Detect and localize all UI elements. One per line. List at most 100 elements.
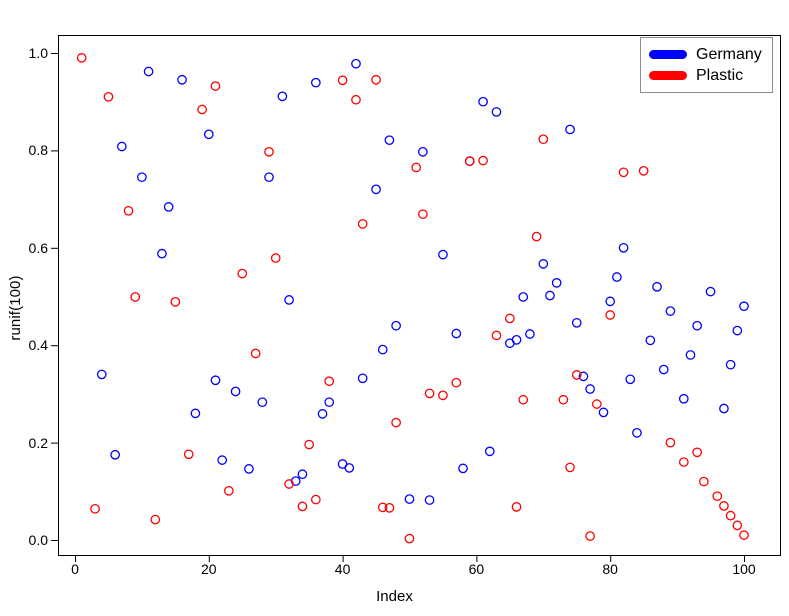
data-point [317,409,328,419]
data-point [310,494,321,505]
data-point [438,390,448,401]
data-point [424,388,435,399]
data-point [197,104,207,115]
data-point [244,464,254,474]
data-point [217,455,228,465]
data-point [324,397,335,408]
data-point [725,359,736,370]
data-point [264,147,274,157]
data-point [511,502,522,512]
data-point [123,205,134,216]
data-point [571,317,582,328]
data-point [357,373,368,384]
data-point [277,91,288,102]
data-point [699,476,709,487]
data-point [183,449,194,460]
data-point [284,295,294,305]
series-germany [96,58,749,505]
data-point [351,94,361,105]
data-point [732,520,743,531]
data-point [478,155,488,166]
data-point [739,301,749,312]
data-point [264,172,274,183]
data-point [210,81,221,91]
data-point [551,278,562,288]
data-point [531,231,542,242]
data-point [137,172,147,183]
data-point [404,494,415,504]
data-point [90,503,100,514]
data-point [565,462,575,473]
data-point [143,66,154,77]
data-point [484,446,495,457]
data-point [230,386,241,397]
data-point [678,457,689,467]
data-point [638,166,649,176]
data-point [371,74,381,85]
data-point [157,248,167,259]
data-point [451,377,462,388]
data-point [384,135,395,146]
data-point [237,268,248,279]
data-point [538,134,549,145]
legend-label-germany: Germany [696,45,762,63]
data-point [257,397,268,408]
data-point [177,74,187,85]
data-point [518,292,529,302]
data-point [625,374,636,385]
data-point [391,417,401,428]
data-point [163,202,174,212]
data-point [525,329,535,339]
data-point [371,184,381,195]
data-point [605,296,616,307]
data-point [538,259,549,269]
data-point [491,107,502,117]
data-point [150,514,161,525]
data-point [464,156,475,166]
data-point [116,141,127,152]
data-point [337,75,348,86]
data-point [725,510,736,521]
data-point [203,129,214,140]
data-point [130,292,141,302]
data-point [250,348,261,359]
data-point [739,530,749,540]
data-point [692,447,703,458]
legend-entry-germany: Germany [649,44,764,65]
data-point [344,463,355,473]
data-point [612,272,622,282]
data-point [504,313,515,324]
data-point [377,344,388,355]
data-point [665,437,676,448]
data-point [719,501,729,511]
data-point [565,124,575,135]
data-point [545,290,555,301]
data-point [558,394,569,405]
data-point [705,286,716,297]
data-point [424,495,435,505]
data-point [618,242,629,253]
data-point [585,384,595,394]
data-point [585,531,595,541]
series-plastic [76,53,749,544]
scatter-plot: runif(100) Index 0.0 0.2 0.4 0.6 0.8 1.0 0 20 4… [0,0,789,616]
data-point [478,96,488,107]
data-point [438,249,448,260]
data-point [511,334,522,345]
data-point [297,469,308,480]
plot-frame [58,35,781,556]
data-point [297,501,308,512]
data-point [310,77,321,88]
data-point [458,463,468,474]
data-point [665,306,676,316]
data-point [357,219,368,229]
data-point [418,209,428,220]
legend-label-plastic: Plastic [696,66,744,84]
data-point [451,328,462,339]
data-point [658,364,669,375]
data-point [732,325,743,336]
data-point [652,281,662,292]
data-point [678,393,689,404]
data-point [719,403,729,414]
data-point [712,491,723,502]
